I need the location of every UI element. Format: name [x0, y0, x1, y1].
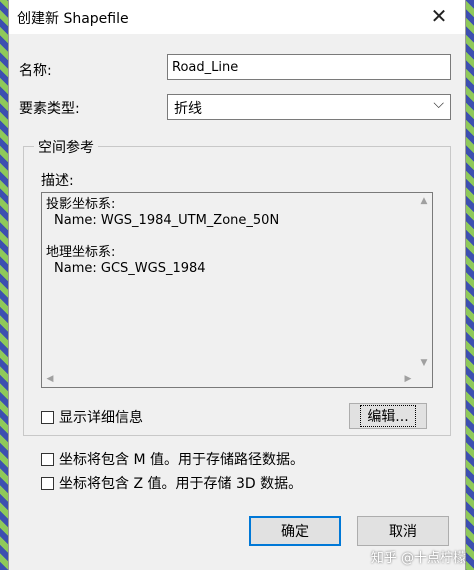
geographic-cs-heading: 地理坐标系: — [46, 245, 116, 260]
horizontal-scrollbar[interactable]: ◀ ▶ — [42, 371, 416, 387]
description-label: 描述: — [41, 173, 74, 189]
name-label: 名称: — [19, 63, 52, 79]
m-values-checkbox[interactable] — [41, 452, 54, 466]
m-values-checkbox-row[interactable]: 坐标将包含 M 值。用于存储路径数据。 — [41, 449, 304, 469]
chevron-down-icon: ⌵ — [433, 96, 444, 112]
projected-cs-heading: 投影坐标系: — [46, 197, 116, 212]
feature-type-label: 要素类型: — [19, 101, 80, 117]
title-bar: 创建新 Shapefile ✕ — [9, 0, 465, 34]
scroll-up-icon[interactable]: ▲ — [416, 193, 432, 209]
scroll-left-icon[interactable]: ◀ — [42, 371, 58, 387]
edit-button[interactable]: 编辑... — [349, 403, 427, 429]
show-details-checkbox[interactable] — [41, 410, 54, 424]
create-shapefile-dialog: 创建新 Shapefile ✕ 名称: 要素类型: 折线 ⌵ 空间参考 描述: … — [8, 0, 466, 570]
feature-type-value: 折线 — [174, 101, 202, 117]
description-textbox[interactable]: 投影坐标系: Name: WGS_1984_UTM_Zone_50N 地理坐标系… — [41, 192, 433, 388]
geographic-cs-name: Name: GCS_WGS_1984 — [54, 261, 206, 276]
projected-cs-name: Name: WGS_1984_UTM_Zone_50N — [54, 213, 280, 228]
cancel-button-label: 取消 — [389, 524, 417, 540]
feature-type-select[interactable]: 折线 ⌵ — [167, 94, 451, 120]
spatial-reference-title: 空间参考 — [34, 137, 98, 157]
z-values-checkbox-row[interactable]: 坐标将包含 Z 值。用于存储 3D 数据。 — [41, 473, 302, 493]
window-title: 创建新 Shapefile — [17, 11, 129, 27]
name-input[interactable] — [167, 54, 451, 80]
scroll-down-icon[interactable]: ▼ — [416, 355, 432, 371]
watermark: 知乎 @十点柠檬 — [370, 551, 466, 566]
description-content: 投影坐标系: Name: WGS_1984_UTM_Zone_50N 地理坐标系… — [46, 197, 279, 277]
m-values-label: 坐标将包含 M 值。用于存储路径数据。 — [59, 452, 304, 468]
close-icon[interactable]: ✕ — [427, 4, 451, 28]
edit-button-label: 编辑... — [360, 405, 416, 427]
show-details-label: 显示详细信息 — [59, 410, 143, 426]
vertical-scrollbar[interactable]: ▲ ▼ — [416, 193, 432, 371]
ok-button-label: 确定 — [281, 524, 309, 540]
scrollbar-corner — [416, 371, 432, 387]
show-details-checkbox-row[interactable]: 显示详细信息 — [41, 407, 143, 427]
scroll-right-icon[interactable]: ▶ — [400, 371, 416, 387]
z-values-label: 坐标将包含 Z 值。用于存储 3D 数据。 — [59, 476, 303, 492]
z-values-checkbox[interactable] — [41, 476, 54, 490]
cancel-button[interactable]: 取消 — [357, 516, 449, 546]
ok-button[interactable]: 确定 — [249, 516, 341, 546]
